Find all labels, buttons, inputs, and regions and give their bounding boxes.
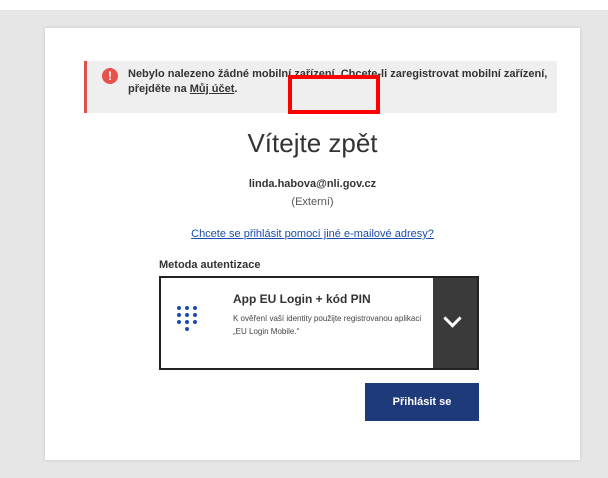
keypad-icon [177, 306, 203, 338]
top-band: ̄̄ ̄ ̄ [0, 0, 608, 10]
auth-method-description: K ověření vaší identity použijte registr… [233, 314, 422, 336]
user-type: (Externí) [291, 196, 334, 208]
alert-text-after: . [234, 83, 238, 95]
auth-method-label: Metoda autentizace [159, 259, 261, 271]
auth-method-dropdown-button[interactable] [433, 278, 477, 368]
user-email: linda.habova@nli.gov.cz [248, 178, 377, 190]
chevron-down-icon [443, 309, 462, 328]
my-account-link[interactable]: Můj účet [190, 83, 235, 95]
exclamation-icon: ! [102, 68, 118, 84]
alternate-email-link[interactable]: Chcete se přihlásit pomocí jiné e-mailov… [45, 228, 580, 240]
auth-method-title: App EU Login + kód PIN [233, 292, 371, 306]
header-partial-text: ̄̄ ̄ ̄ [340, 0, 355, 9]
page-title: Vítejte zpět [247, 128, 378, 158]
auth-method-select[interactable]: App EU Login + kód PIN K ověření vaší id… [159, 276, 479, 370]
login-card: ! Nebylo nalezeno žádné mobilní zařízení… [45, 28, 580, 460]
highlight-box [288, 75, 380, 114]
login-button[interactable]: Přihlásit se [365, 383, 479, 421]
